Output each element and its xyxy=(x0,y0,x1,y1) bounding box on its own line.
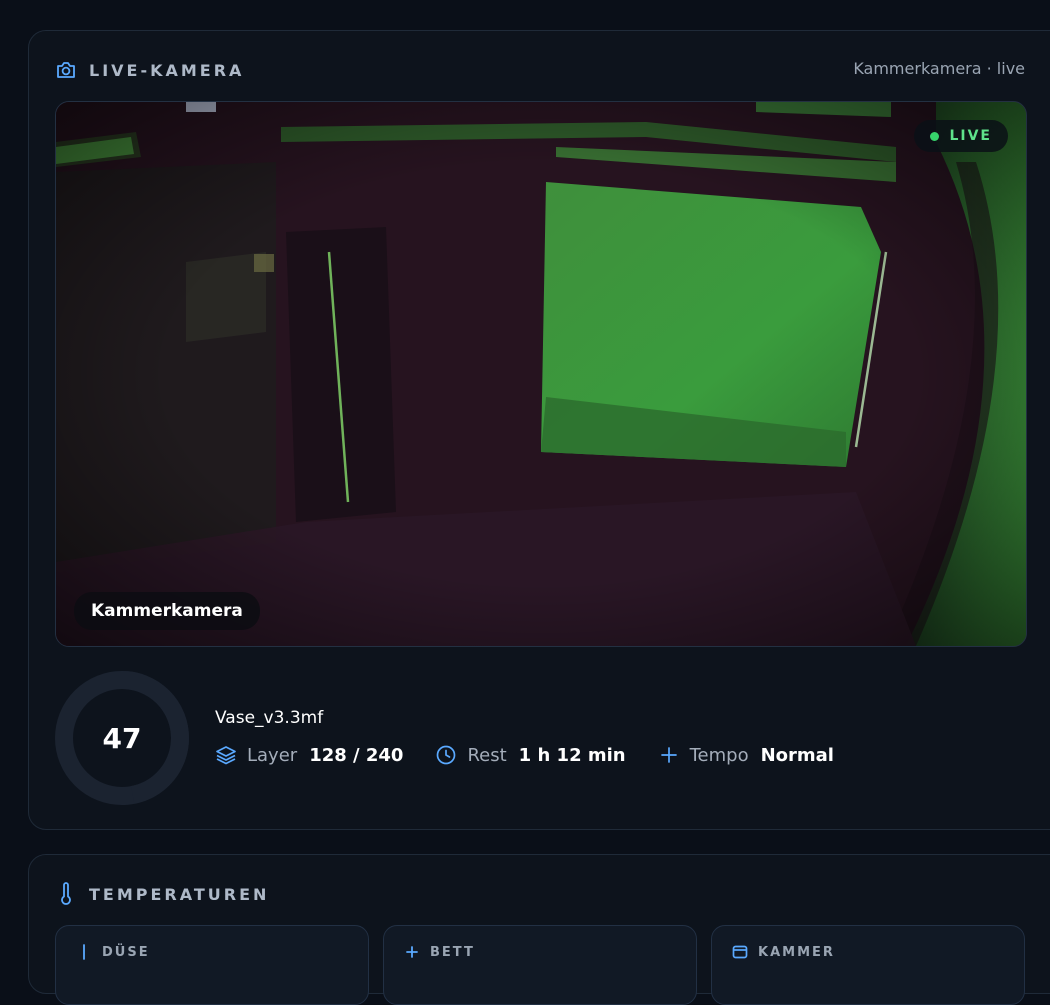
temp-tile-chamber-title: KAMMER xyxy=(758,944,835,960)
temp-tile-bed-title: BETT xyxy=(430,944,475,960)
temperatures-card: TEMPERATUREN DÜSE BETT KAMMER xyxy=(28,854,1050,1005)
temp-tile-chamber-header: KAMMER xyxy=(732,944,835,960)
stat-layer-label: Layer xyxy=(247,744,298,766)
temperatures-card-title: TEMPERATUREN xyxy=(89,884,270,904)
progress-ring: 47 xyxy=(53,669,191,807)
live-badge-label: LIVE xyxy=(949,128,992,144)
stat-speed-value: Normal xyxy=(760,744,834,766)
print-stats: Layer 128 / 240 Rest 1 h 12 min Tempo No… xyxy=(215,744,866,766)
stat-speed-label: Tempo xyxy=(689,744,749,766)
temp-tile-nozzle-title: DÜSE xyxy=(102,944,150,960)
stat-remaining-value: 1 h 12 min xyxy=(518,744,626,766)
temp-tile-nozzle-header: DÜSE xyxy=(76,944,150,960)
temp-tile-nozzle[interactable]: DÜSE xyxy=(55,925,369,1005)
stat-remaining-label: Rest xyxy=(467,744,507,766)
camera-feed[interactable]: LIVE Kammerkamera xyxy=(55,101,1027,647)
temperature-tiles: DÜSE BETT KAMMER xyxy=(55,925,1039,1005)
print-file-name: Vase_v3.3mf xyxy=(215,708,324,728)
plus-icon xyxy=(658,744,680,766)
chamber-icon xyxy=(732,944,748,960)
camera-feed-image xyxy=(56,102,1026,646)
layers-icon xyxy=(215,744,237,766)
thermometer-icon xyxy=(55,882,77,905)
camera-card: LIVE-KAMERA Kammerkamera · live LIVE Kam… xyxy=(28,30,1050,830)
clock-icon xyxy=(435,744,457,766)
camera-source-label: Kammerkamera · live xyxy=(853,59,1025,78)
stat-layer-value: 128 / 240 xyxy=(309,744,404,766)
camera-icon xyxy=(55,59,77,81)
temp-tile-bed-header: BETT xyxy=(404,944,475,960)
bed-icon xyxy=(404,944,420,960)
camera-name-label: Kammerkamera xyxy=(74,592,260,630)
camera-card-header: LIVE-KAMERA xyxy=(55,59,244,81)
stat-speed: Tempo Normal xyxy=(658,744,834,766)
live-indicator-dot xyxy=(930,131,940,141)
nozzle-icon xyxy=(76,944,92,960)
live-badge: LIVE xyxy=(914,120,1008,152)
temp-tile-bed[interactable]: BETT xyxy=(383,925,697,1005)
temperatures-card-header: TEMPERATUREN xyxy=(55,882,270,905)
camera-card-title: LIVE-KAMERA xyxy=(89,60,245,80)
stat-remaining: Rest 1 h 12 min xyxy=(435,744,626,766)
progress-value: 47 xyxy=(102,721,142,755)
stat-layer: Layer 128 / 240 xyxy=(215,744,403,766)
temp-tile-chamber[interactable]: KAMMER xyxy=(711,925,1025,1005)
